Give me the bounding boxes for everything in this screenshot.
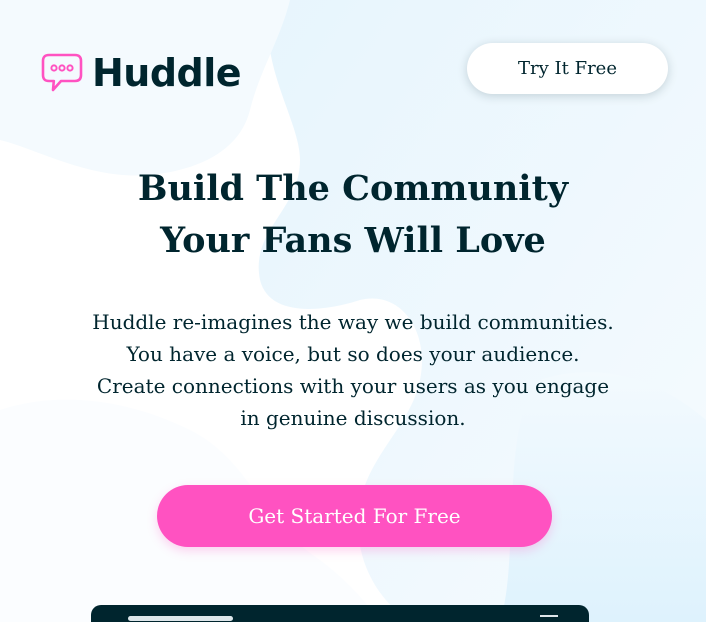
chat-bubble-icon xyxy=(41,53,83,92)
device-mockup xyxy=(91,605,589,622)
brand-name: Huddle xyxy=(92,51,242,95)
hero-description: Huddle re-imagines the way we build comm… xyxy=(92,310,614,430)
hero-title-line-1: Build The Community xyxy=(137,168,569,209)
header: Huddle Try It Free xyxy=(41,43,668,95)
get-started-button[interactable]: Get Started For Free xyxy=(157,485,552,547)
logo[interactable]: Huddle xyxy=(41,51,242,95)
landing-page: Huddle Try It Free Build The Community Y… xyxy=(0,0,706,622)
mockup-menu-icon xyxy=(540,615,558,617)
mockup-url-bar xyxy=(128,616,233,621)
hero-title-line-2: Your Fans Will Love xyxy=(160,220,546,261)
try-it-free-button[interactable]: Try It Free xyxy=(467,43,668,94)
hero-title: Build The Community Your Fans Will Love xyxy=(0,163,706,267)
